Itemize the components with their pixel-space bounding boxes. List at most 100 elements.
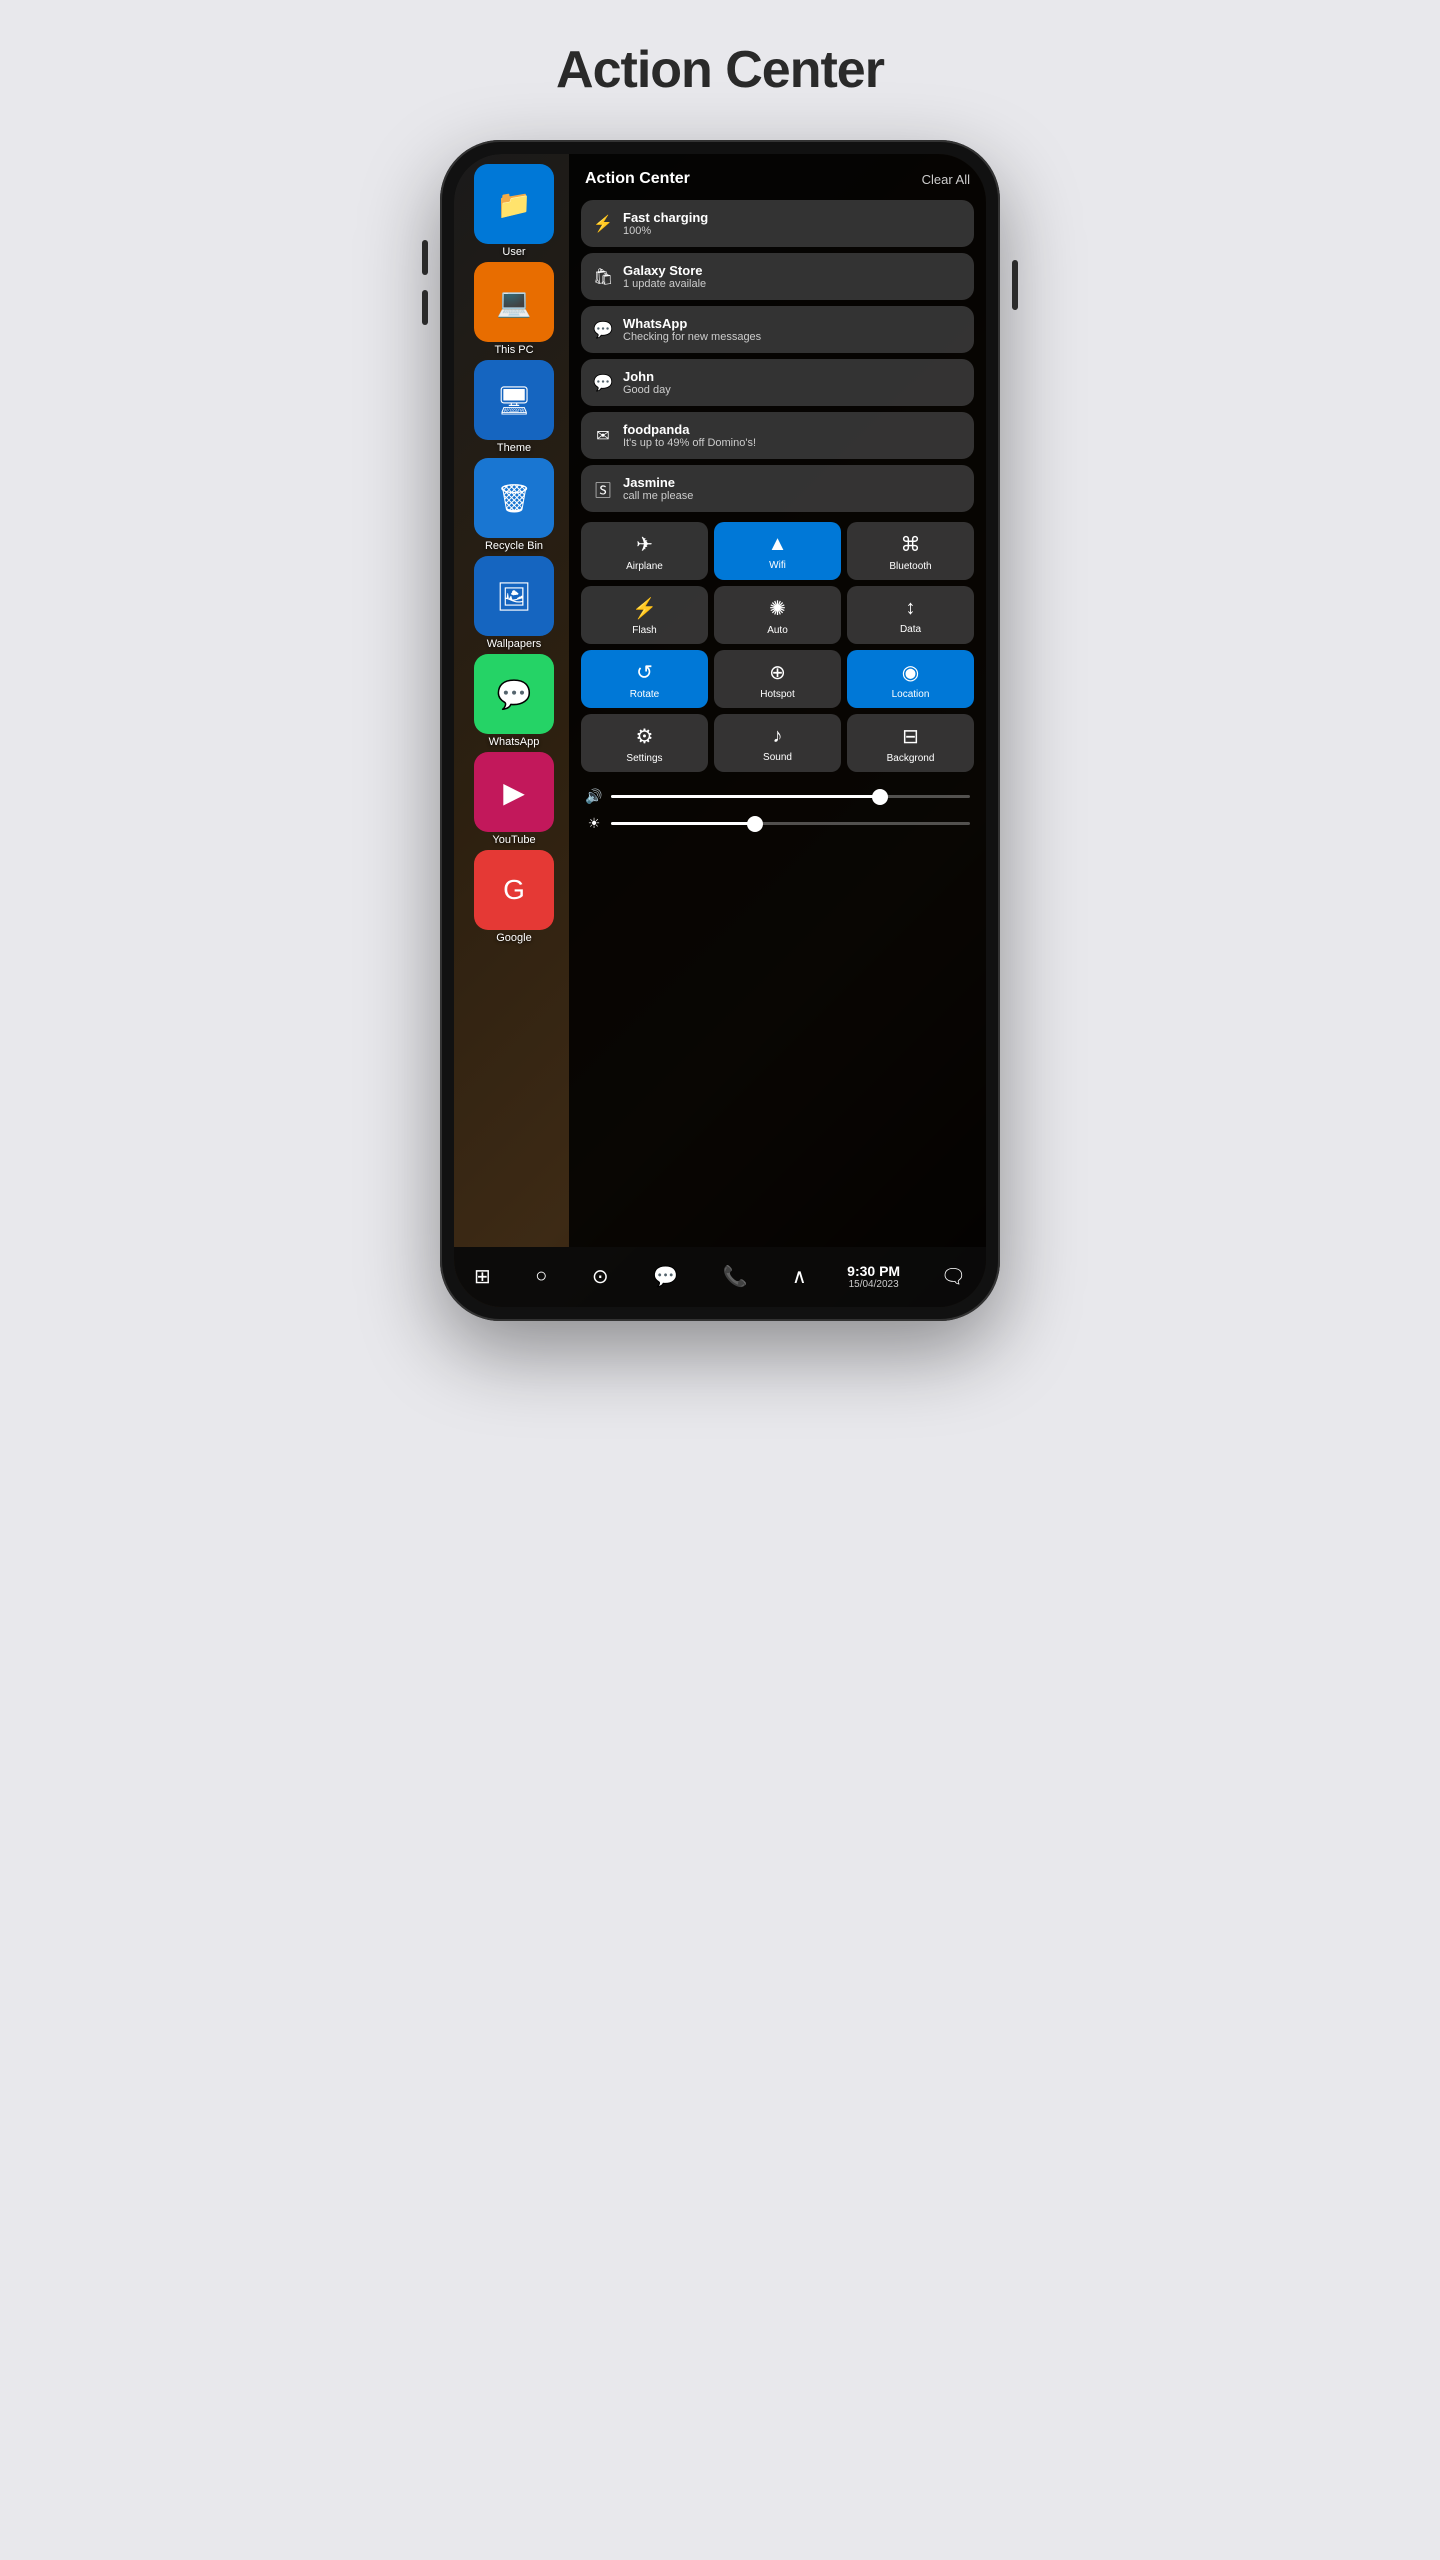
qs-tile-flash[interactable]: ⚡ Flash [581,586,708,644]
slider-track-volume[interactable] [611,795,970,798]
whatsapp-label: WhatsApp [489,736,540,748]
notification-jasmine[interactable]: 🅂 Jasmine call me please [581,465,974,512]
notif-icon-fast-charging: ⚡ [593,214,613,234]
qs-icon-bluetooth: ⌘ [901,532,921,557]
notification-foodpanda[interactable]: ✉ foodpanda It's up to 49% off Domino's! [581,412,974,459]
qs-label-wifi: Wifi [769,560,786,571]
nav-up[interactable]: ∧ [788,1260,811,1293]
this-pc-label: This PC [494,344,533,356]
slider-brightness[interactable]: ☀ [585,815,970,832]
qs-tile-wifi[interactable]: ▲ Wifi [714,522,841,580]
notif-icon-galaxy-store: 🛍 [593,267,613,287]
notif-content-whatsapp-check: WhatsApp Checking for new messages [623,316,962,343]
qs-icon-sound: ♪ [773,725,783,748]
slider-thumb-brightness[interactable] [747,816,763,832]
qs-icon-data: ↕ [906,597,916,620]
phone-content: 📁 User 💻 This PC 🖥 Theme 🗑 Recycle Bin 🖼… [454,154,986,1307]
sidebar-app-user[interactable]: 📁 User [460,164,568,258]
recycle-bin-icon: 🗑 [474,458,554,538]
sidebar-app-whatsapp[interactable]: 💬 WhatsApp [460,654,568,748]
nav-time: 9:30 PM [847,1263,900,1279]
notif-title-whatsapp-check: WhatsApp [623,316,962,331]
qs-tile-data[interactable]: ↕ Data [847,586,974,644]
nav-home[interactable]: ○ [531,1261,551,1292]
wallpapers-label: Wallpapers [487,638,542,650]
youtube-icon: ▶ [474,752,554,832]
page-title: Action Center [556,40,884,100]
slider-track-brightness[interactable] [611,822,970,825]
qs-tile-airplane[interactable]: ✈ Airplane [581,522,708,580]
notif-icon-jasmine: 🅂 [593,477,613,501]
qs-tile-auto[interactable]: ✺ Auto [714,586,841,644]
qs-label-location: Location [892,689,930,700]
nav-notifications[interactable]: 🗨 [937,1260,970,1293]
qs-tile-sound[interactable]: ♪ Sound [714,714,841,772]
qs-tile-background[interactable]: ⊟ Backgrond [847,714,974,772]
qs-label-settings: Settings [626,753,662,764]
qs-tile-location[interactable]: ◉ Location [847,650,974,708]
qs-label-background: Backgrond [887,753,935,764]
slider-thumb-volume[interactable] [872,789,888,805]
qs-tile-hotspot[interactable]: ⊕ Hotspot [714,650,841,708]
google-label: Google [496,932,531,944]
slider-volume[interactable]: 🔊 [585,788,970,805]
clear-all-button[interactable]: Clear All [922,172,970,187]
nav-phone[interactable]: 📞 [719,1260,752,1293]
notification-fast-charging[interactable]: ⚡ Fast charging 100% [581,200,974,247]
slider-icon-volume: 🔊 [585,788,603,805]
slider-fill-volume [611,795,880,798]
notification-galaxy-store[interactable]: 🛍 Galaxy Store 1 update availale [581,253,974,300]
notif-body-foodpanda: It's up to 49% off Domino's! [623,437,962,449]
qs-icon-wifi: ▲ [768,533,788,556]
qs-icon-hotspot: ⊕ [769,660,786,685]
notif-content-foodpanda: foodpanda It's up to 49% off Domino's! [623,422,962,449]
qs-icon-settings: ⚙ [636,724,654,749]
qs-label-rotate: Rotate [630,689,659,700]
qs-icon-airplane: ✈ [636,532,653,557]
notification-john[interactable]: 💬 John Good day [581,359,974,406]
nav-messages[interactable]: 💬 [649,1260,682,1293]
slider-fill-brightness [611,822,755,825]
notif-icon-whatsapp-check: 💬 [593,320,613,340]
notif-title-galaxy-store: Galaxy Store [623,263,962,278]
phone-outer: 📁 User 💻 This PC 🖥 Theme 🗑 Recycle Bin 🖼… [440,140,1000,1321]
notif-body-galaxy-store: 1 update availale [623,278,962,290]
sidebar-app-wallpapers[interactable]: 🖼 Wallpapers [460,556,568,650]
sidebar-app-youtube[interactable]: ▶ YouTube [460,752,568,846]
nav-browser[interactable]: ⊙ [588,1260,613,1293]
nav-multitask[interactable]: ⊞ [470,1260,495,1293]
notif-body-jasmine: call me please [623,490,962,502]
notif-body-fast-charging: 100% [623,225,962,237]
notif-title-foodpanda: foodpanda [623,422,962,437]
notif-content-jasmine: Jasmine call me please [623,475,962,502]
notif-body-john: Good day [623,384,962,396]
qs-icon-flash: ⚡ [632,596,657,621]
quick-settings-grid: ✈ Airplane ▲ Wifi ⌘ Bluetooth ⚡ Flash ✺ … [581,522,974,772]
qs-tile-settings[interactable]: ⚙ Settings [581,714,708,772]
bottom-nav: ⊞ ○ ⊙ 💬 📞 ∧ 9:30 PM 15/04/2023 🗨 [454,1247,986,1307]
google-icon: G [474,850,554,930]
notif-title-jasmine: Jasmine [623,475,962,490]
sidebar-app-google[interactable]: G Google [460,850,568,944]
whatsapp-icon: 💬 [474,654,554,734]
recycle-bin-label: Recycle Bin [485,540,543,552]
qs-tile-rotate[interactable]: ↺ Rotate [581,650,708,708]
notif-icon-john: 💬 [593,373,613,393]
notif-title-john: John [623,369,962,384]
qs-label-flash: Flash [632,625,656,636]
sidebar-apps: 📁 User 💻 This PC 🖥 Theme 🗑 Recycle Bin 🖼… [454,154,574,1247]
wallpapers-icon: 🖼 [474,556,554,636]
notification-list: ⚡ Fast charging 100% 🛍 Galaxy Store 1 up… [581,200,974,512]
nav-date: 15/04/2023 [849,1279,899,1290]
sidebar-app-theme[interactable]: 🖥 Theme [460,360,568,454]
volume-down-button [422,290,428,325]
page-wrapper: Action Center 📁 User 💻 This PC 🖥 Theme 🗑… [360,40,1080,1321]
qs-label-auto: Auto [767,625,788,636]
qs-tile-bluetooth[interactable]: ⌘ Bluetooth [847,522,974,580]
qs-label-bluetooth: Bluetooth [889,561,931,572]
notification-whatsapp-check[interactable]: 💬 WhatsApp Checking for new messages [581,306,974,353]
phone-screen: 📁 User 💻 This PC 🖥 Theme 🗑 Recycle Bin 🖼… [454,154,986,1307]
sidebar-app-recycle-bin[interactable]: 🗑 Recycle Bin [460,458,568,552]
action-header: Action Center Clear All [581,166,974,200]
sidebar-app-this-pc[interactable]: 💻 This PC [460,262,568,356]
